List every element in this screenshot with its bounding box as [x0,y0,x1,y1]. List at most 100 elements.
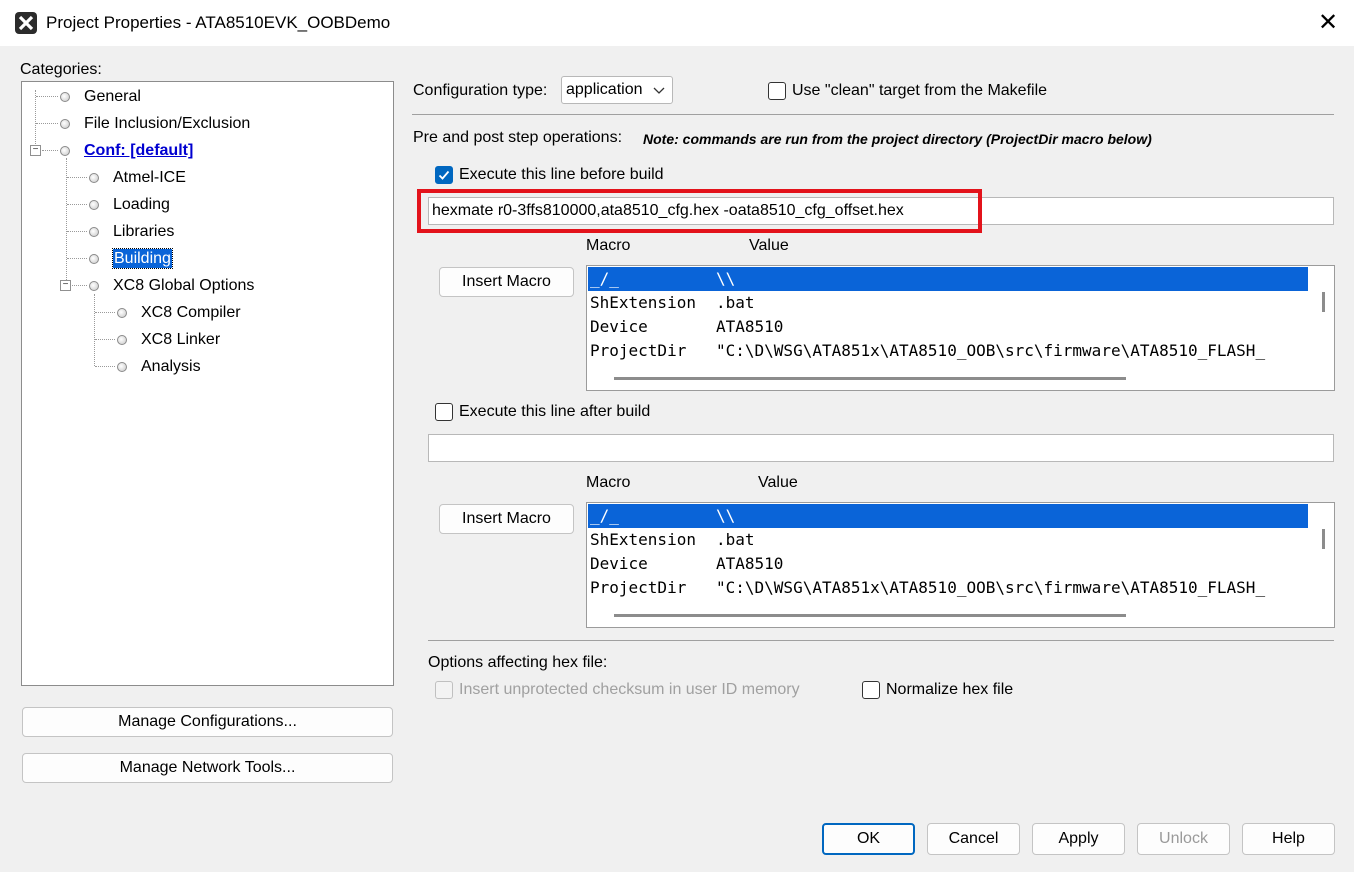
node-icon [60,119,70,129]
value-cell: "C:\D\WSG\ATA851x\ATA8510_OOB\src\firmwa… [716,341,1266,360]
insert-checksum-label: Insert unprotected checksum in user ID m… [459,681,800,698]
table-row[interactable]: Device ATA8510 [588,315,1308,339]
insert-macro-button[interactable]: Insert Macro [439,504,574,534]
table-row[interactable]: Device ATA8510 [588,552,1308,576]
macro-cell: _/_ [590,269,619,288]
tree-item-building[interactable]: Building [89,248,173,270]
table-row[interactable]: ProjectDir "C:\D\WSG\ATA851x\ATA8510_OOB\… [588,339,1308,363]
configuration-type-label: Configuration type: [413,82,548,99]
node-icon [89,227,99,237]
insert-macro-button[interactable]: Insert Macro [439,267,574,297]
value-column-header: Value [749,237,789,254]
use-clean-target-checkbox[interactable] [768,82,786,100]
execute-before-build-label: Execute this line before build [459,166,664,183]
macro-cell: ShExtension [590,530,696,549]
tree-item-label: Libraries [113,223,175,240]
tree-item-libraries[interactable]: Libraries [89,221,174,243]
hex-options-label: Options affecting hex file: [428,654,608,671]
macro-cell: ProjectDir [590,341,687,360]
table-row[interactable]: ShExtension .bat [588,291,1308,315]
value-cell: ATA8510 [716,317,784,336]
unlock-button: Unlock [1137,823,1230,855]
apply-button[interactable]: Apply [1032,823,1125,855]
tree-item-label: XC8 Linker [141,331,221,348]
divider [412,114,1334,115]
tree-item-label: Analysis [141,358,201,375]
configuration-type-select[interactable]: application [561,76,673,104]
macro-cell: ShExtension [590,293,696,312]
help-button[interactable]: Help [1242,823,1335,855]
tree-item-atmel-ice[interactable]: Atmel-ICE [89,167,186,189]
node-icon [60,92,70,102]
macro-column-header: Macro [586,237,631,254]
table-row[interactable]: _/_ \\ [588,267,1308,291]
macro-table[interactable]: _/_ \\ ShExtension .bat Device ATA8510 Proj… [586,502,1335,628]
window-title: Project Properties - ATA8510EVK_OOBDemo [46,13,391,32]
categories-label: Categories: [20,61,102,78]
execute-after-build-checkbox[interactable] [435,403,453,421]
tree-item-xc8-global[interactable]: XC8 Global Options [89,275,254,297]
horizontal-scrollbar[interactable] [614,614,1126,617]
vertical-scrollbar[interactable] [1322,292,1325,312]
collapse-toggle-conf[interactable]: − [30,145,41,156]
insert-checksum-checkbox[interactable] [435,681,453,699]
cancel-button[interactable]: Cancel [927,823,1020,855]
chevron-down-icon [653,87,665,94]
ok-button[interactable]: OK [822,823,915,855]
node-icon [89,200,99,210]
value-cell: ATA8510 [716,554,784,573]
pre-post-note: Note: commands are run from the project … [643,131,1152,147]
configuration-type-value: application [566,81,643,98]
tree-item-label: XC8 Compiler [141,304,241,321]
tree-item-conf-default[interactable]: Conf: [default] [60,140,193,162]
node-icon [89,254,99,264]
macro-cell: Device [590,317,648,336]
node-icon [117,308,127,318]
execute-after-build-label: Execute this line after build [459,403,651,420]
normalize-hex-checkbox[interactable] [862,681,880,699]
value-cell: \\ [716,269,736,288]
collapse-toggle-xc8[interactable]: − [60,280,71,291]
tree-item-loading[interactable]: Loading [89,194,170,216]
highlight-box [417,189,982,233]
tree-item-label: Loading [113,196,170,213]
close-icon[interactable]: ✕ [1316,10,1340,36]
tree-item-label: File Inclusion/Exclusion [84,115,251,132]
macro-cell: ProjectDir [590,578,687,597]
tree-item-label: XC8 Global Options [113,277,255,294]
manage-network-tools-button[interactable]: Manage Network Tools... [22,753,393,783]
manage-configurations-button[interactable]: Manage Configurations... [22,707,393,737]
macro-cell: _/_ [590,506,619,525]
execute-before-build-checkbox[interactable] [435,166,453,184]
node-icon [89,281,99,291]
value-cell: .bat [716,530,755,549]
tree-item-general[interactable]: General [60,86,141,108]
node-icon [117,362,127,372]
value-cell: \\ [716,506,736,525]
vertical-scrollbar[interactable] [1322,529,1325,549]
use-clean-target-label: Use "clean" target from the Makefile [792,82,1048,99]
node-icon [60,146,70,156]
checkmark-icon [438,170,450,180]
tree-item-xc8-linker[interactable]: XC8 Linker [117,329,220,351]
after-build-command-input[interactable] [428,434,1334,462]
horizontal-scrollbar[interactable] [614,377,1126,380]
tree-item-file-inclusion[interactable]: File Inclusion/Exclusion [60,113,250,135]
table-row[interactable]: ProjectDir "C:\D\WSG\ATA851x\ATA8510_OOB\… [588,576,1308,600]
tree-item-label: Building [112,248,173,269]
macro-column-header: Macro [586,474,631,491]
app-icon [15,12,37,34]
tree-item-analysis[interactable]: Analysis [117,356,201,378]
table-row[interactable]: _/_ \\ [588,504,1308,528]
value-cell: .bat [716,293,755,312]
macro-table[interactable]: _/_ \\ ShExtension .bat Device ATA8510 Proj… [586,265,1335,391]
tree-item-label: Conf: [default] [84,142,194,159]
node-icon [117,335,127,345]
categories-tree[interactable]: − − General File Inclusion/Exclusion Con… [21,81,394,686]
normalize-hex-label: Normalize hex file [886,681,1014,698]
tree-item-label: General [84,88,141,105]
value-cell: "C:\D\WSG\ATA851x\ATA8510_OOB\src\firmwa… [716,578,1266,597]
value-column-header: Value [758,474,798,491]
tree-item-xc8-compiler[interactable]: XC8 Compiler [117,302,241,324]
table-row[interactable]: ShExtension .bat [588,528,1308,552]
